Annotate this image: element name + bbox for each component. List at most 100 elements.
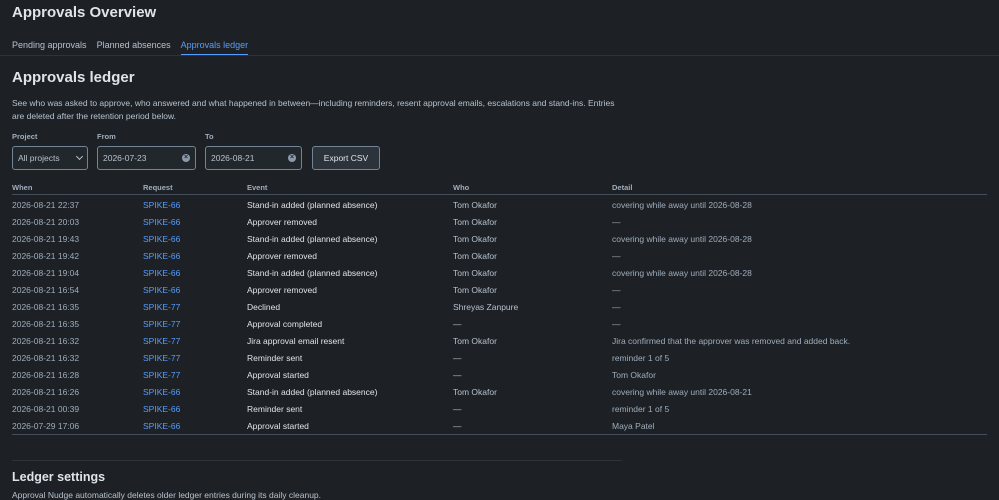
request-link[interactable]: SPIKE-66	[143, 234, 180, 244]
cell-when: 2026-08-21 19:43	[12, 234, 80, 244]
cell-detail: —	[612, 285, 621, 295]
table-row: 2026-08-21 20:03 SPIKE-66 Approver removed…	[12, 213, 987, 230]
request-link[interactable]: SPIKE-77	[143, 370, 180, 380]
cell-event: Approver removed	[247, 251, 317, 261]
cell-when: 2026-08-21 16:26	[12, 387, 80, 397]
cell-event: Approval started	[247, 421, 309, 431]
cell-detail: —	[612, 217, 621, 227]
page-title: Approvals Overview	[12, 4, 157, 21]
cell-who: —	[453, 319, 462, 329]
cell-who: Tom Okafor	[453, 200, 497, 210]
table-row: 2026-08-21 16:35 SPIKE-77 Declined Shreyas …	[12, 298, 987, 315]
cell-when: 2026-08-21 00:39	[12, 404, 80, 414]
request-link[interactable]: SPIKE-66	[143, 200, 180, 210]
cell-when: 2026-08-21 16:35	[12, 302, 80, 312]
cell-when: 2026-08-21 19:04	[12, 268, 80, 278]
table-row: 2026-08-21 00:39 SPIKE-66 Reminder sent — re…	[12, 400, 987, 417]
cell-event: Stand-in added (planned absence)	[247, 200, 378, 210]
project-select-value: All projects	[18, 153, 60, 163]
request-link[interactable]: SPIKE-66	[143, 404, 180, 414]
table-row: 2026-07-29 17:06 SPIKE-66 Approval started…	[12, 417, 987, 434]
cell-event: Approver removed	[247, 217, 317, 227]
cell-when: 2026-08-21 16:35	[12, 319, 80, 329]
request-link[interactable]: SPIKE-66	[143, 217, 180, 227]
table-row: 2026-08-21 19:42 SPIKE-66 Approver removed…	[12, 247, 987, 264]
cell-event: Jira approval email resent	[247, 336, 345, 346]
cell-who: —	[453, 370, 462, 380]
tab-divider	[0, 55, 999, 56]
table-row: 2026-08-21 16:32 SPIKE-77 Jira approval em…	[12, 332, 987, 349]
tab-pending-approvals[interactable]: Pending approvals	[12, 40, 87, 56]
cell-when: 2026-08-21 16:28	[12, 370, 80, 380]
table-row: 2026-08-21 16:32 SPIKE-77 Reminder sent — re…	[12, 349, 987, 366]
cell-detail: Jira confirmed that the approver was rem…	[612, 336, 851, 346]
cell-who: Tom Okafor	[453, 251, 497, 261]
cell-detail: covering while away until 2026-08-21	[612, 387, 752, 397]
column-header-event: Event	[247, 183, 268, 192]
cell-detail: —	[612, 302, 621, 312]
cell-when: 2026-08-21 16:54	[12, 285, 80, 295]
cell-detail: Tom Okafor	[612, 370, 656, 380]
table-row: 2026-08-21 19:43 SPIKE-66 Stand-in added (…	[12, 230, 987, 247]
settings-title: Ledger settings	[12, 470, 106, 484]
cell-detail: —	[612, 319, 621, 329]
cell-when: 2026-08-21 20:03	[12, 217, 80, 227]
tab-bar: Pending approvals Planned absences Appro…	[12, 40, 258, 56]
cell-detail: reminder 1 of 5	[612, 404, 670, 414]
ledger-title: Approvals ledger	[12, 69, 135, 86]
cell-who: —	[453, 421, 462, 431]
cell-who: Shreyas Zanpure	[453, 302, 519, 312]
ledger-description: See who was asked to approve, who answer…	[12, 98, 615, 121]
cell-who: —	[453, 404, 462, 414]
cell-detail: covering while away until 2026-08-28	[612, 200, 752, 210]
cell-who: —	[453, 353, 462, 363]
cell-when: 2026-08-21 16:32	[12, 353, 80, 363]
tab-approvals-ledger[interactable]: Approvals ledger	[180, 40, 249, 56]
cell-who: Tom Okafor	[453, 336, 497, 346]
cell-when: 2026-07-29 17:06	[12, 421, 80, 431]
column-header-detail: Detail	[612, 183, 633, 192]
project-select[interactable]: All projects	[12, 146, 88, 170]
cell-who: Tom Okafor	[453, 217, 497, 227]
request-link[interactable]: SPIKE-66	[143, 251, 180, 261]
cell-who: Tom Okafor	[453, 285, 497, 295]
table-row: 2026-08-21 16:28 SPIKE-77 Approval started…	[12, 366, 987, 383]
request-link[interactable]: SPIKE-77	[143, 353, 180, 363]
table-row: 2026-08-21 22:37 SPIKE-66 Stand-in added (…	[12, 196, 987, 213]
request-link[interactable]: SPIKE-66	[143, 387, 180, 397]
cell-who: Tom Okafor	[453, 387, 497, 397]
cell-when: 2026-08-21 22:37	[12, 200, 80, 210]
table-bottom-divider	[12, 434, 987, 435]
cell-when: 2026-08-21 16:32	[12, 336, 80, 346]
cell-event: Reminder sent	[247, 404, 303, 414]
export-csv-button[interactable]: Export CSV	[312, 146, 380, 170]
request-link[interactable]: SPIKE-66	[143, 268, 180, 278]
from-date-value: 2026-07-23	[103, 153, 147, 163]
request-link[interactable]: SPIKE-66	[143, 285, 180, 295]
column-header-when: When	[12, 183, 33, 192]
cell-detail: reminder 1 of 5	[612, 353, 670, 363]
cell-event: Approval started	[247, 370, 309, 380]
clear-to-icon[interactable]: ×	[288, 154, 296, 162]
request-link[interactable]: SPIKE-77	[143, 319, 180, 329]
chevron-down-icon	[75, 152, 84, 161]
cell-event: Reminder sent	[247, 353, 303, 363]
cell-event: Declined	[247, 302, 281, 312]
cell-when: 2026-08-21 19:42	[12, 251, 80, 261]
cell-detail: Maya Patel	[612, 421, 655, 431]
request-link[interactable]: SPIKE-77	[143, 302, 180, 312]
cell-event: Stand-in added (planned absence)	[247, 387, 378, 397]
column-header-request: Request	[143, 183, 173, 192]
to-date-input[interactable]: 2026-08-21 ×	[205, 146, 302, 170]
tab-planned-absences[interactable]: Planned absences	[97, 40, 171, 56]
project-label: Project	[12, 132, 38, 141]
cell-event: Approver removed	[247, 285, 317, 295]
column-header-who: Who	[453, 183, 470, 192]
request-link[interactable]: SPIKE-66	[143, 421, 180, 431]
clear-from-icon[interactable]: ×	[182, 154, 190, 162]
from-date-input[interactable]: 2026-07-23 ×	[97, 146, 196, 170]
table-row: 2026-08-21 16:35 SPIKE-77 Approval complet…	[12, 315, 987, 332]
cell-event: Stand-in added (planned absence)	[247, 268, 378, 278]
cell-who: Tom Okafor	[453, 234, 497, 244]
request-link[interactable]: SPIKE-77	[143, 336, 180, 346]
